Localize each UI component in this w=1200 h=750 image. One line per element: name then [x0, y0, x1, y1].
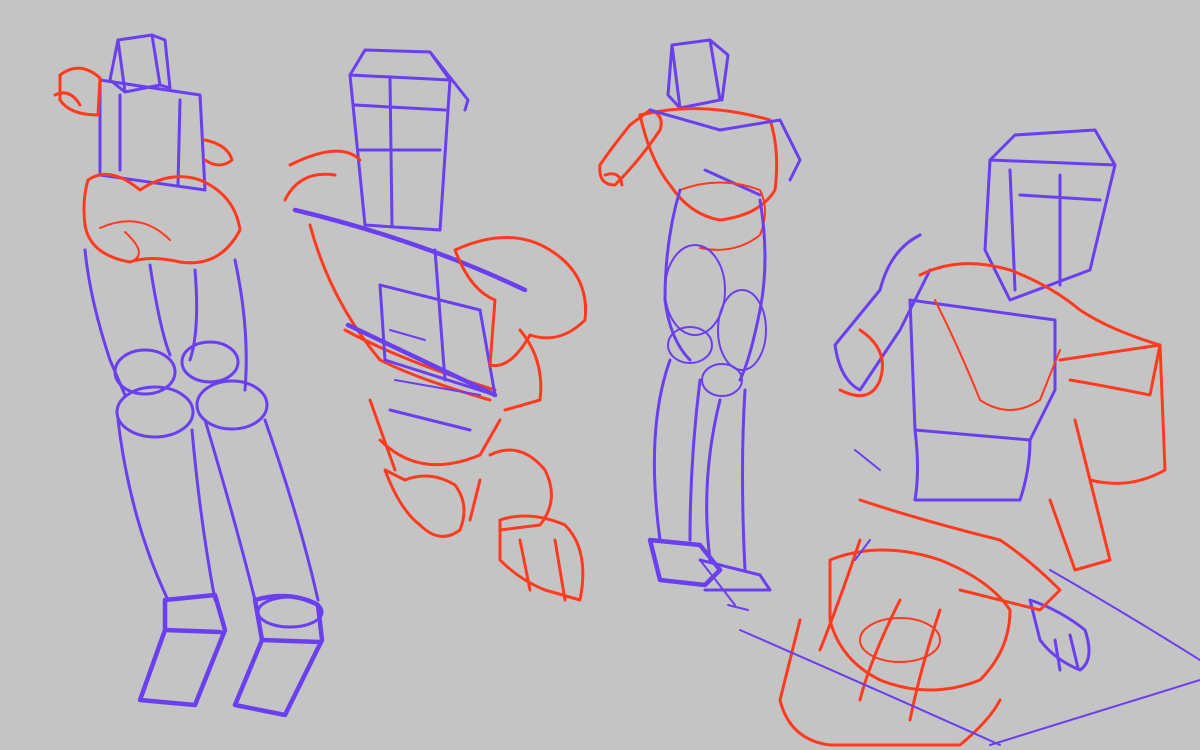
figure-4-sketch — [739, 128, 1200, 747]
figure-2-sketch — [283, 48, 588, 602]
sketch-canvas — [53, 33, 1200, 747]
figure-1-sketch — [53, 33, 325, 718]
figure-3-sketch — [598, 38, 802, 611]
